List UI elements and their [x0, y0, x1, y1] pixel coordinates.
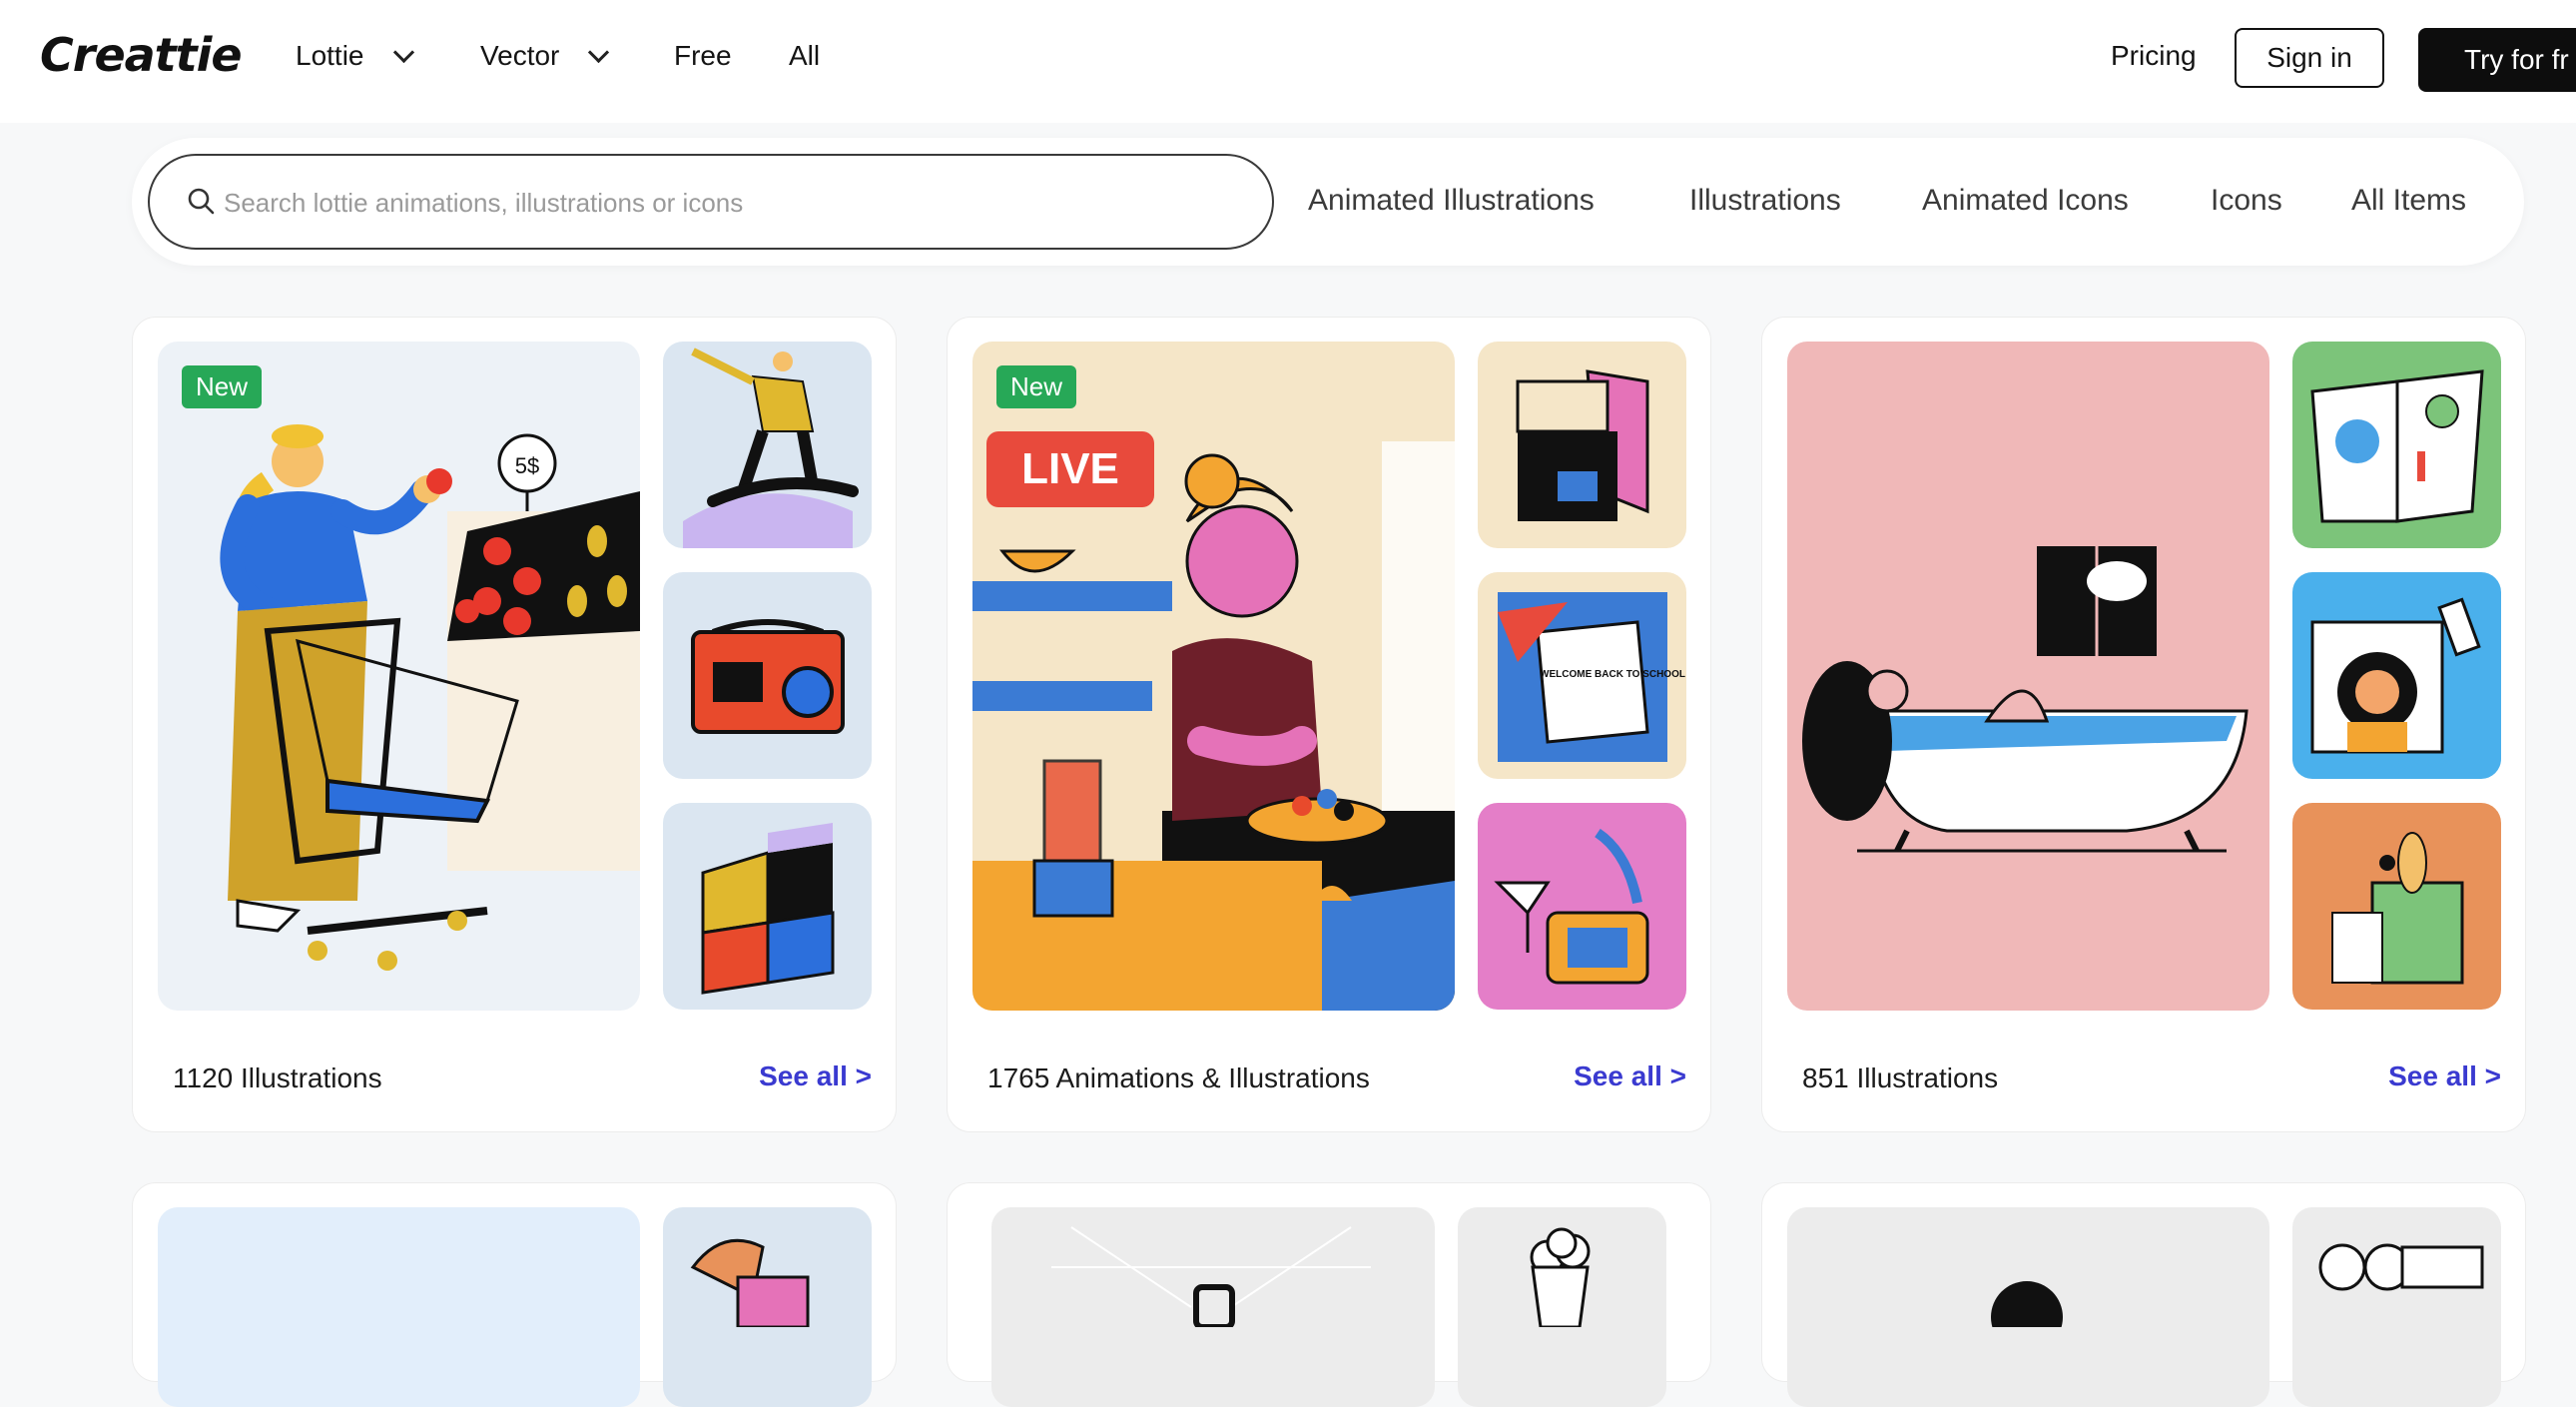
- collection-preview-main[interactable]: [991, 1207, 1435, 1407]
- collection-card-row2-2[interactable]: [947, 1182, 1711, 1407]
- category-icons[interactable]: Icons: [2211, 184, 2282, 218]
- magazine-illustration[interactable]: [2292, 342, 2501, 548]
- collection-count: 1765 Animations & Illustrations: [987, 1062, 1370, 1093]
- search-input[interactable]: [222, 156, 1244, 250]
- nav-free[interactable]: Free: [674, 40, 732, 72]
- collection-count: 851 Illustrations: [1802, 1062, 1999, 1093]
- price-tag-label: 5$: [515, 453, 539, 478]
- nav-free-label: Free: [674, 40, 732, 71]
- new-badge: New: [996, 365, 1077, 408]
- cooking-woman-illustration[interactable]: New LIVE: [972, 342, 1455, 1011]
- nav-lottie[interactable]: Lottie: [296, 40, 414, 72]
- collection-preview-main[interactable]: [158, 1207, 640, 1407]
- chevron-down-icon: [392, 41, 414, 63]
- popcorn-illustration[interactable]: [1458, 1207, 1666, 1407]
- new-badge: New: [182, 365, 263, 408]
- collection-card-bath[interactable]: 851 Illustrations See all >: [1761, 317, 2526, 1132]
- try-for-free-button[interactable]: Try for fr: [2418, 28, 2576, 92]
- see-all-link[interactable]: See all >: [759, 1060, 872, 1092]
- welcome-back-to-school-text: WELCOME BACK TO SCHOOL: [1540, 669, 1685, 680]
- chevron-down-icon: [588, 41, 610, 63]
- sign-in-button[interactable]: Sign in: [2235, 28, 2384, 88]
- see-all-link[interactable]: See all >: [1574, 1060, 1686, 1092]
- nav-vector-label: Vector: [480, 40, 560, 71]
- search-box[interactable]: [148, 154, 1274, 250]
- bath-woman-illustration[interactable]: [1787, 342, 2269, 1011]
- binoculars-illustration[interactable]: [2292, 1207, 2501, 1407]
- category-all-items[interactable]: All Items: [2351, 184, 2466, 218]
- radio-illustration[interactable]: [663, 572, 872, 779]
- nav-all-label: All: [789, 40, 821, 71]
- creattie-logo[interactable]: Creattie: [40, 28, 243, 82]
- live-label: LIVE: [986, 431, 1154, 507]
- skateboarder-illustration[interactable]: [663, 342, 872, 548]
- category-animated-illustrations[interactable]: Animated Illustrations: [1308, 184, 1595, 218]
- selfie-woman-illustration[interactable]: [2292, 572, 2501, 779]
- coffee-machine-illustration[interactable]: [1478, 342, 1686, 548]
- back-to-school-illustration[interactable]: WELCOME BACK TO SCHOOL: [1478, 572, 1686, 779]
- collection-preview-main[interactable]: [1787, 1207, 2269, 1407]
- collection-card-row2-3[interactable]: [1761, 1182, 2526, 1407]
- cube-illustration[interactable]: [663, 803, 872, 1010]
- category-animated-icons[interactable]: Animated Icons: [1922, 184, 2129, 218]
- groceries-bag-illustration[interactable]: [2292, 803, 2501, 1010]
- top-navigation-bar: Creattie Lottie Vector Free All Pricing …: [0, 0, 2576, 123]
- nav-all[interactable]: All: [789, 40, 820, 72]
- collection-preview-thumb[interactable]: [663, 1207, 872, 1407]
- search-icon: [188, 188, 215, 215]
- nav-lottie-label: Lottie: [296, 40, 364, 71]
- collection-card-row2-1[interactable]: [132, 1182, 897, 1407]
- see-all-link[interactable]: See all >: [2388, 1060, 2501, 1092]
- shopping-woman-illustration[interactable]: 5$ New: [158, 342, 640, 1011]
- collection-card-shopping[interactable]: 5$ New 1120 Illustrations See all >: [132, 317, 897, 1132]
- pricing-link[interactable]: Pricing: [2111, 40, 2197, 72]
- party-radio-illustration[interactable]: [1478, 803, 1686, 1010]
- collection-card-cooking[interactable]: New LIVE WELCOME BACK TO SCHOOL 1765 Ani…: [947, 317, 1711, 1132]
- category-illustrations[interactable]: Illustrations: [1689, 184, 1841, 218]
- nav-vector[interactable]: Vector: [480, 40, 610, 72]
- collection-count: 1120 Illustrations: [173, 1062, 382, 1093]
